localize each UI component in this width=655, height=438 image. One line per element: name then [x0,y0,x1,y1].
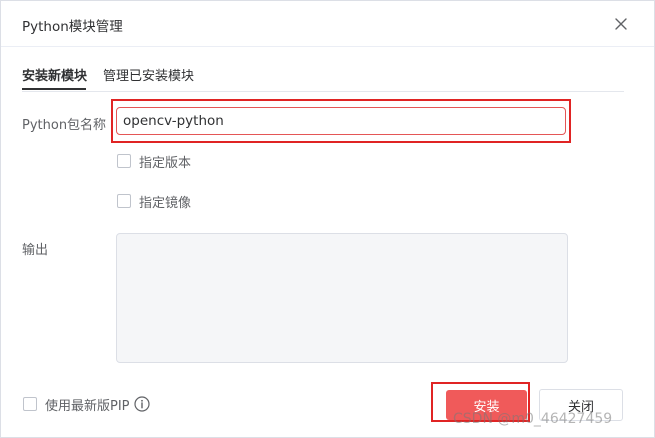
close-icon[interactable] [613,16,629,32]
specify-version-checkbox[interactable] [117,154,131,168]
tab-bar: 安装新模块 管理已安装模块 [22,63,624,92]
tab-install-new-module[interactable]: 安装新模块 [22,65,87,84]
output-label: 输出 [22,243,49,258]
active-tab-indicator [22,88,86,90]
package-name-label: Python包名称 [22,118,107,133]
specify-version-label: 指定版本 [139,156,192,171]
package-name-input[interactable] [116,107,566,135]
specify-mirror-checkbox[interactable] [117,194,131,208]
tab-manage-installed-modules[interactable]: 管理已安装模块 [103,65,194,84]
dialog-title: Python模块管理 [22,19,123,35]
latest-pip-checkbox[interactable] [23,397,37,411]
output-textarea[interactable] [116,233,568,363]
python-module-dialog: Python模块管理 安装新模块 管理已安装模块 Python包名称 指定版本 … [0,0,655,438]
info-icon[interactable] [134,396,150,412]
dialog-header: Python模块管理 [1,1,654,47]
watermark: CSDN @m0_46427459 [453,411,613,427]
specify-mirror-label: 指定镜像 [139,196,192,211]
latest-pip-label: 使用最新版PIP [45,399,130,414]
package-input-highlight [111,99,571,143]
